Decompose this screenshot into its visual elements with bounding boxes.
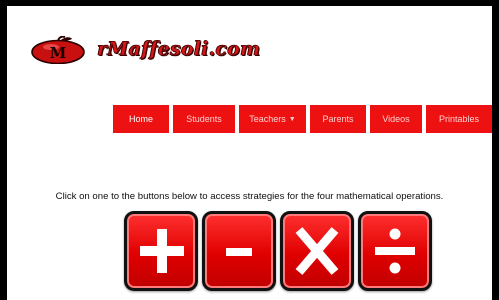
nav-parents[interactable]: Parents: [310, 105, 366, 133]
nav-teachers[interactable]: Teachers ▼: [239, 105, 306, 133]
multiplication-button[interactable]: [280, 211, 354, 291]
nav-students-label: Students: [186, 114, 222, 124]
nav-parents-label: Parents: [322, 114, 354, 124]
subtraction-button[interactable]: [202, 211, 276, 291]
site-logo[interactable]: M rMaffesoli.com: [31, 34, 260, 68]
divide-icon: [375, 228, 415, 274]
division-button[interactable]: [358, 211, 432, 291]
nav-home-label: Home: [128, 114, 153, 124]
caret-down-icon: ▼: [288, 115, 296, 123]
nav-videos-label: Videos: [382, 114, 410, 124]
svg-text:M: M: [50, 44, 67, 62]
apple-logo-icon: M: [31, 36, 85, 64]
page-frame: M rMaffesoli.com Home Students Teachers …: [0, 0, 499, 300]
instruction-text: Click on one to the buttons below to acc…: [55, 191, 444, 202]
addition-button[interactable]: [124, 211, 198, 291]
plus-icon: [140, 229, 184, 273]
nav-videos[interactable]: Videos: [370, 105, 422, 133]
nav-home[interactable]: Home: [113, 105, 169, 133]
site-name: rMaffesoli.com: [97, 38, 261, 61]
nav-printables[interactable]: Printables: [426, 105, 492, 133]
nav-teachers-label: Teachers: [249, 114, 286, 124]
multiply-icon: [295, 227, 339, 275]
nav-students[interactable]: Students: [173, 105, 235, 133]
minus-icon: [226, 248, 252, 256]
nav-printables-label: Printables: [438, 114, 480, 124]
main-nav: Home Students Teachers ▼ Parents Videos …: [113, 105, 492, 133]
